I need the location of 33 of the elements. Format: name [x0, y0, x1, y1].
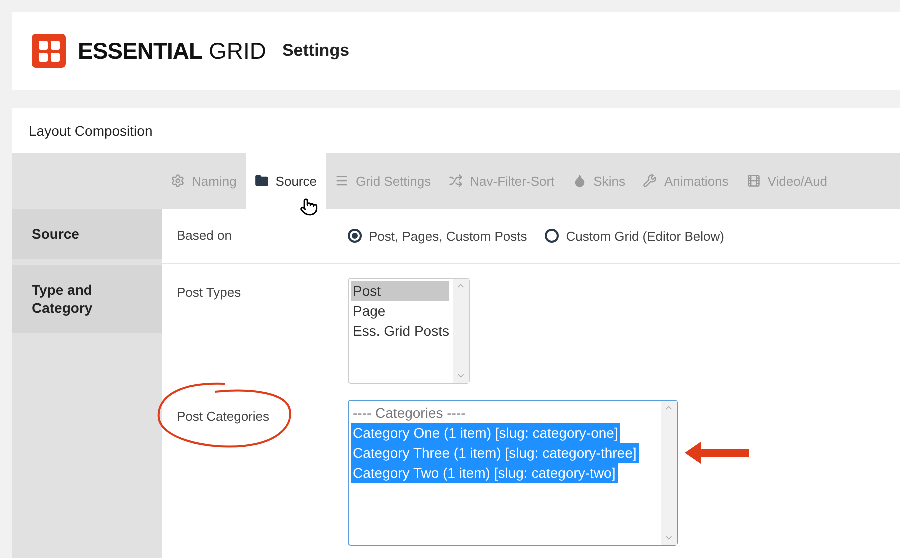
scrollbar[interactable] [453, 279, 469, 383]
gear-icon [171, 174, 185, 188]
droplet-icon [572, 174, 587, 188]
panel-title: Layout Composition [29, 122, 153, 138]
sidebar-item[interactable]: Source [12, 209, 162, 259]
tab[interactable]: Source [246, 153, 326, 209]
radio-option[interactable]: Post, Pages, Custom Posts [348, 227, 528, 245]
logo-icon [32, 34, 66, 68]
list-box[interactable]: ---- Categories ---- Category One (1 item) [slug: category-one] Category Three (1 item) [slug: category-three] Category Two (1 item) [slug: category-two] [348, 400, 678, 546]
field-label: Based on [177, 228, 232, 243]
list-option[interactable]: Page [351, 301, 449, 321]
field-label: Post Categories [177, 409, 270, 424]
list-option[interactable]: ---- Categories ---- [351, 403, 468, 423]
arrow-annotation [685, 442, 749, 464]
scrollbar[interactable] [661, 401, 677, 545]
radio-button[interactable] [545, 229, 560, 243]
list-option[interactable]: Category Two (1 item) [slug: category-two] [351, 463, 618, 483]
film-icon [746, 174, 761, 188]
list-box[interactable]: Post Page Ess. Grid Posts [348, 278, 470, 384]
radio-option[interactable]: Custom Grid (Editor Below) [545, 227, 724, 245]
page-title: Settings [282, 41, 350, 61]
radio-button[interactable] [348, 229, 362, 243]
list-option[interactable]: Post [351, 281, 449, 301]
field-label: Post Types [177, 285, 242, 300]
folder-icon [254, 174, 269, 188]
brand-name: ESSENTIAL GRID [78, 38, 266, 64]
list-option[interactable]: Category Three (1 item) [slug: category-three] [351, 443, 639, 463]
sidebar-item[interactable]: Type and Category [12, 265, 162, 333]
list-option[interactable]: Category One (1 item) [slug: category-one] [351, 423, 620, 443]
tools-icon [643, 174, 658, 188]
menu-icon [335, 174, 349, 188]
shuffle-icon [449, 174, 464, 188]
list-option[interactable]: Ess. Grid Posts [351, 321, 452, 341]
